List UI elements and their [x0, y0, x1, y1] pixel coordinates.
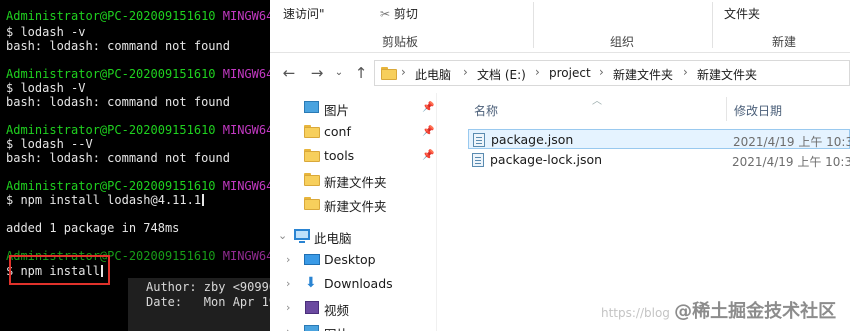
git-date-line: Date: Mon Apr 19	[146, 295, 270, 309]
nav-item-downloads[interactable]: › ⬇ Downloads	[270, 273, 442, 295]
file-date: 2021/4/19 上午 10:3	[732, 155, 850, 169]
pictures-icon	[304, 101, 319, 113]
folder-icon	[304, 197, 320, 210]
ribbon: 速访问" ✂ 剪切 文件夹 剪贴板 组织 新建	[270, 0, 850, 53]
terminal-output: bash: lodash: command not found	[6, 95, 230, 109]
breadcrumb-this-pc[interactable]: 此电脑	[415, 66, 451, 83]
terminal-prompt: Administrator@PC-202009151610 MINGW64	[6, 179, 270, 193]
folder-icon	[304, 173, 320, 186]
text-cursor	[202, 194, 205, 206]
ribbon-group-clipboard: 剪贴板	[382, 35, 419, 49]
chevron-right-icon[interactable]: ›	[286, 277, 290, 290]
chevron-right-icon: ›	[599, 65, 604, 79]
up-arrow-icon[interactable]: ↑	[352, 64, 370, 82]
pin-icon[interactable]: 📌	[422, 102, 434, 113]
chevron-down-icon[interactable]: ⌄	[278, 229, 287, 242]
terminal-prompt: Administrator@PC-202009151610 MINGW64	[6, 9, 270, 23]
terminal-command: $ lodash -v	[6, 25, 86, 39]
terminal-prompt: Administrator@PC-202009151610 MINGW64	[6, 67, 270, 81]
nav-item-conf[interactable]: conf 📌	[270, 121, 442, 143]
recent-chevron-icon[interactable]: ⌄	[330, 64, 348, 82]
nav-item-this-pc[interactable]: ⌄ 此电脑	[270, 225, 442, 247]
column-divider[interactable]	[726, 97, 727, 121]
chevron-right-icon: ›	[401, 65, 406, 79]
git-log-peek: Author: zby <90990 Date: Mon Apr 19	[128, 278, 270, 331]
download-icon: ⬇	[305, 275, 317, 291]
watermark: https://blog @稀土掘金技术社区	[601, 301, 837, 322]
nav-item-desktop[interactable]: › Desktop	[270, 249, 442, 271]
highlight-annotation	[9, 255, 110, 285]
json-file-icon	[473, 133, 485, 147]
navigation-pane: 图片 📌 conf 📌 tools 📌 新建文件夹 新建文件夹 ⌄ 此电脑 ›	[270, 93, 442, 331]
pin-icon[interactable]: 📌	[422, 126, 434, 137]
chevron-right-icon: ›	[535, 65, 540, 79]
terminal-command: $ npm install lodash@4.11.1	[6, 193, 205, 207]
file-row[interactable]: package-lock.json 2021/4/19 上午 10:3	[468, 150, 850, 170]
sort-caret-icon: ︿	[592, 96, 602, 107]
pictures-icon	[304, 325, 319, 331]
terminal-output: bash: lodash: command not found	[6, 39, 230, 53]
ribbon-group-new: 新建	[772, 35, 797, 49]
column-header-date[interactable]: 修改日期	[734, 102, 782, 119]
folder-icon	[381, 67, 397, 80]
breadcrumb-current-folder[interactable]: 新建文件夹	[697, 66, 757, 83]
chevron-right-icon[interactable]: ›	[286, 301, 290, 314]
file-list: ︿ 名称 修改日期 package.json 2021/4/19 上午 10:3…	[442, 93, 850, 331]
terminal-prompt: Administrator@PC-202009151610 MINGW64	[6, 123, 270, 137]
chevron-right-icon[interactable]: ›	[286, 253, 290, 266]
terminal-command: $ lodash -V	[6, 81, 86, 95]
address-bar[interactable]: › 此电脑 › 文档 (E:) › project › 新建文件夹 › 新建文件…	[374, 60, 850, 86]
file-name: package-lock.json	[490, 152, 603, 167]
ribbon-divider	[533, 2, 534, 48]
nav-item-new-folder[interactable]: 新建文件夹	[270, 193, 442, 215]
pin-icon[interactable]: 📌	[422, 150, 434, 161]
quick-access-text: 速访问"	[283, 7, 325, 21]
video-icon	[305, 301, 319, 314]
address-bar-row: ← → ⌄ ↑ › 此电脑 › 文档 (E:) › project › 新建文件…	[270, 53, 850, 93]
file-explorer-window[interactable]: 速访问" ✂ 剪切 文件夹 剪贴板 组织 新建 ← → ⌄ ↑ › 此电脑 › …	[270, 0, 850, 331]
computer-icon	[294, 229, 310, 243]
cut-button[interactable]: ✂ 剪切	[380, 5, 418, 22]
git-author-line: Author: zby <90990	[146, 280, 270, 294]
nav-item-videos[interactable]: › 视频	[270, 297, 442, 319]
scissors-icon: ✂	[380, 7, 391, 21]
terminal-command: $ lodash --V	[6, 137, 93, 151]
nav-item-new-folder[interactable]: 新建文件夹	[270, 169, 442, 191]
breadcrumb-folder[interactable]: 新建文件夹	[613, 66, 673, 83]
desktop-icon	[304, 254, 320, 265]
chevron-right-icon[interactable]: ›	[286, 325, 290, 331]
nav-item-pictures[interactable]: 图片 📌	[270, 97, 442, 119]
chevron-right-icon: ›	[463, 65, 468, 79]
json-file-icon	[472, 153, 484, 167]
ribbon-group-organize: 组织	[610, 35, 635, 49]
folder-icon	[304, 125, 320, 138]
folder-icon	[304, 149, 320, 162]
terminal-window[interactable]: Administrator@PC-202009151610 MINGW64 $ …	[0, 0, 270, 331]
forward-arrow-icon[interactable]: →	[308, 64, 326, 82]
nav-item-pictures[interactable]: › 图片	[270, 321, 442, 331]
breadcrumb-project[interactable]: project	[549, 66, 591, 80]
breadcrumb-drive[interactable]: 文档 (E:)	[477, 66, 526, 83]
ribbon-divider	[712, 2, 713, 48]
file-row[interactable]: package.json 2021/4/19 上午 10:3	[468, 129, 850, 149]
pane-splitter[interactable]	[436, 93, 437, 331]
back-arrow-icon[interactable]: ←	[280, 64, 298, 82]
nav-item-tools[interactable]: tools 📌	[270, 145, 442, 167]
file-name: package.json	[491, 132, 574, 147]
terminal-output: added 1 package in 748ms	[6, 221, 180, 235]
new-folder-button[interactable]: 文件夹	[724, 5, 760, 22]
file-date: 2021/4/19 上午 10:3	[733, 135, 850, 149]
terminal-output: bash: lodash: command not found	[6, 151, 230, 165]
chevron-right-icon: ›	[683, 65, 688, 79]
column-header-name[interactable]: 名称	[474, 102, 498, 119]
